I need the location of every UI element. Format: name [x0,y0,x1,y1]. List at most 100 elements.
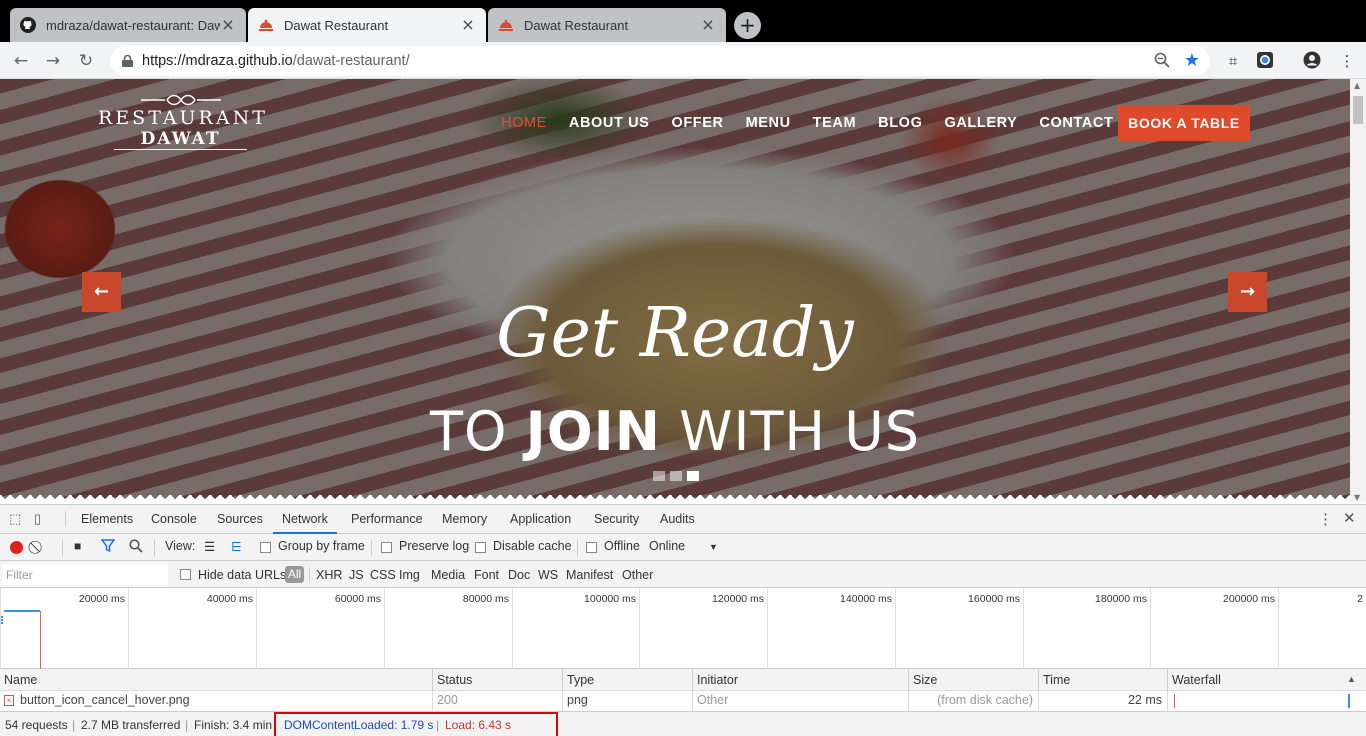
filter-type-font[interactable]: Font [474,568,499,582]
summary-transferred: 2.7 MB transferred [81,718,181,732]
throttling-select[interactable]: Online [649,539,685,553]
filter-type-img[interactable]: Img [399,568,420,582]
preserve-log-checkbox[interactable] [381,542,392,553]
column-type[interactable]: Type [562,669,692,691]
filter-type-all[interactable]: All [285,566,304,583]
filter-type-media[interactable]: Media [431,568,465,582]
filter-icon[interactable] [100,539,116,556]
network-toolbar: ⃠ ■ View: ☰ ⋿ Group by frame Preserve lo… [0,534,1366,561]
capture-screenshots-icon[interactable]: ■ [74,539,81,553]
load-event-marker [40,611,41,669]
devtools-tab-audits[interactable]: Audits [660,512,695,526]
column-size[interactable]: Size [908,669,1038,691]
colorzilla-extension-icon[interactable] [1255,51,1275,71]
tab-title: mdraza/dawat-restaurant: Dawat Restauran… [46,17,220,33]
cell-initiator: Other [692,691,908,711]
browser-tab-dawat[interactable]: Dawat Restaurant × [488,8,726,42]
site-logo[interactable]: RESTAURANT DAWAT [98,93,265,153]
group-by-frame-label: Group by frame [278,539,365,553]
close-tab-icon[interactable]: × [220,17,236,33]
nav-contact[interactable]: CONTACT [1039,115,1113,131]
devtools-close-icon[interactable]: ✕ [1343,509,1356,527]
inspect-element-icon[interactable]: ⬚ [9,511,21,527]
column-status[interactable]: Status [432,669,562,691]
devtools-tab-elements[interactable]: Elements [81,512,133,526]
nav-home[interactable]: HOME [501,115,547,131]
nav-blog[interactable]: BLOG [878,115,922,131]
summary-requests: 54 requests [5,718,68,732]
column-name[interactable]: Name [0,669,432,691]
waterfall-view-icon[interactable]: ⋿ [231,539,242,554]
close-tab-icon[interactable]: × [700,17,716,33]
close-tab-icon[interactable]: × [460,17,476,33]
network-summary-bar: 54 requests | 2.7 MB transferred | Finis… [0,711,1366,736]
nav-gallery[interactable]: GALLERY [944,115,1017,131]
hide-data-urls-checkbox[interactable] [180,569,191,580]
reload-icon[interactable]: ↻ [75,50,97,72]
scrollbar-thumb[interactable] [1353,96,1363,124]
devtools-tab-sources[interactable]: Sources [217,512,263,526]
page-scrollbar[interactable]: ▲ ▼ [1350,79,1366,502]
devtools-tab-memory[interactable]: Memory [442,512,487,526]
restaurant-favicon [498,17,514,33]
slider-dot-3[interactable] [687,471,699,481]
large-rows-icon[interactable]: ☰ [204,539,215,554]
offline-checkbox[interactable] [586,542,597,553]
chevron-down-icon[interactable]: ▼ [709,542,718,552]
profile-avatar-icon[interactable] [1302,51,1322,71]
devtools-tab-console[interactable]: Console [151,512,197,526]
filter-type-manifest[interactable]: Manifest [566,568,613,582]
nav-about-us[interactable]: ABOUT US [569,115,650,131]
devtools-menu-icon[interactable]: ⋮ [1318,510,1333,528]
filter-type-doc[interactable]: Doc [508,568,530,582]
table-row[interactable]: × button_icon_cancel_hover.png 200 png Ot… [0,691,1366,711]
cell-type: png [562,691,692,711]
waterfall-bar [1348,694,1350,708]
group-by-frame-checkbox[interactable] [260,542,271,553]
column-initiator[interactable]: Initiator [692,669,908,691]
devtools-tab-performance[interactable]: Performance [351,512,423,526]
devtools-panel: ⬚ ▯ Elements Console Sources Network Per… [0,504,1366,736]
devtools-tab-application[interactable]: Application [510,512,571,526]
book-a-table-button[interactable]: BOOK A TABLE [1118,105,1250,141]
slider-dot-2[interactable] [670,471,682,481]
column-time[interactable]: Time [1038,669,1167,691]
devtools-tab-network[interactable]: Network [273,512,337,534]
forward-icon[interactable]: → [42,50,64,72]
record-icon[interactable] [10,541,23,554]
filter-type-js[interactable]: JS [349,568,364,582]
nav-offer[interactable]: OFFER [671,115,723,131]
filter-type-other[interactable]: Other [622,568,653,582]
crop-extension-icon[interactable]: ⌗ [1223,51,1243,71]
browser-tab-github[interactable]: mdraza/dawat-restaurant: Dawat Restauran… [10,8,246,42]
filter-input[interactable]: Filter [2,564,168,585]
timeline-tick: 40000 ms [128,588,256,669]
slider-dot-1[interactable] [653,471,665,481]
disable-cache-checkbox[interactable] [475,542,486,553]
timeline-tick: 20000 ms [0,588,128,669]
new-tab-button[interactable]: + [734,12,761,39]
filter-type-ws[interactable]: WS [538,568,558,582]
nav-menu[interactable]: MENU [746,115,791,131]
cell-name: × button_icon_cancel_hover.png [0,691,432,711]
bookmark-star-icon[interactable]: ★ [1184,50,1200,71]
back-icon[interactable]: ← [10,50,32,72]
column-waterfall[interactable]: Waterfall [1167,669,1366,691]
nav-team[interactable]: TEAM [813,115,856,131]
timeline-tick: 2 [1278,588,1366,669]
filter-type-xhr[interactable]: XHR [316,568,342,582]
scroll-up-arrow-icon[interactable]: ▲ [1354,81,1360,90]
devtools-tab-security[interactable]: Security [594,512,639,526]
device-toolbar-icon[interactable]: ▯ [34,511,41,527]
address-bar[interactable]: https://mdraza.github.io/dawat-restauran… [110,46,1210,76]
zoom-icon[interactable] [1154,52,1170,71]
filter-type-css[interactable]: CSS [370,568,396,582]
search-icon[interactable] [129,539,143,556]
network-overview-timeline[interactable]: 20000 ms 40000 ms 60000 ms 80000 ms 1000… [0,588,1366,669]
logo-swirl-icon [98,93,263,107]
timeline-tick: 160000 ms [895,588,1023,669]
hero-headline: TO JOIN WITH US [430,400,920,463]
scroll-down-arrow-icon[interactable]: ▼ [1354,493,1360,502]
menu-kebab-icon[interactable]: ⋮ [1337,51,1357,71]
browser-tab-dawat-active[interactable]: Dawat Restaurant × [248,8,486,42]
